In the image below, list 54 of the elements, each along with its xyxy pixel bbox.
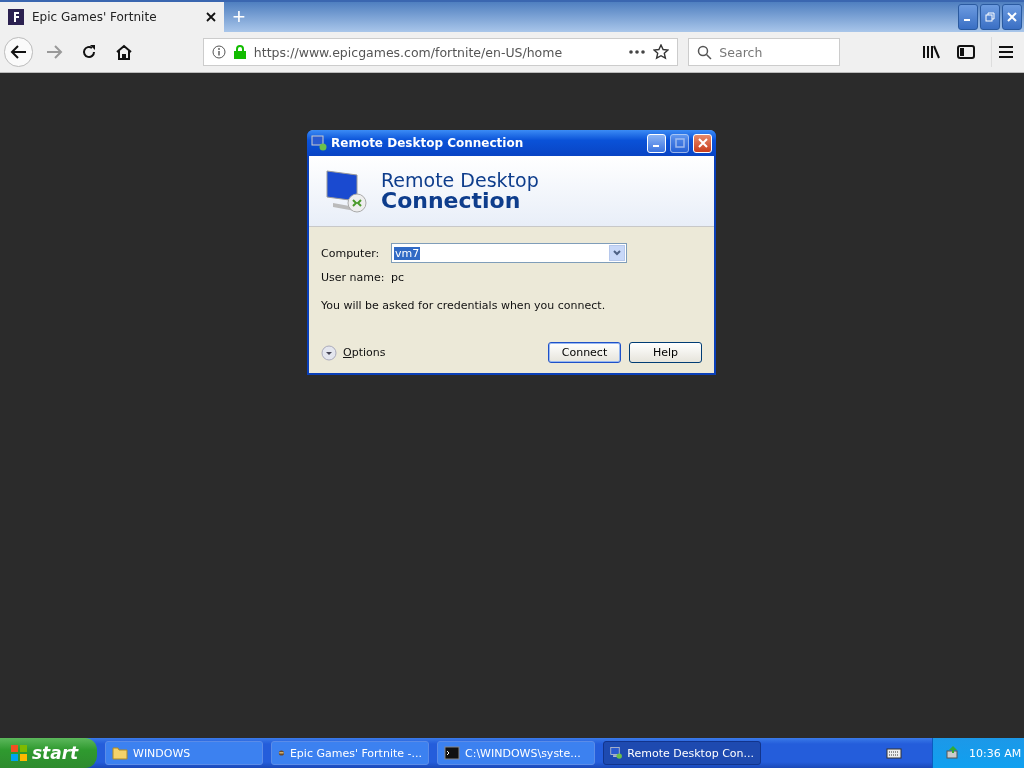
computer-combo[interactable]: vm7 (391, 243, 627, 263)
user-label: User name: (321, 270, 386, 284)
star-icon[interactable] (653, 44, 670, 60)
taskbar-item[interactable]: Epic Games' Fortnite -... (271, 741, 429, 765)
info-icon[interactable] (211, 45, 226, 59)
more-icon[interactable] (629, 50, 646, 54)
monitor-icon (311, 135, 327, 151)
close-icon (697, 138, 708, 148)
start-button[interactable]: start (0, 738, 97, 768)
header-subtitle: Connection (381, 189, 521, 212)
windows-flag-icon (10, 744, 28, 762)
taskbar-item[interactable]: Remote Desktop Con... (603, 741, 761, 765)
lock-icon (233, 45, 246, 59)
clock: 10:36 AM (969, 746, 1022, 760)
address-bar[interactable]: https://www.epicgames.com/fortnite/en-US/home (202, 38, 679, 66)
site-icon (8, 9, 24, 25)
network-icon[interactable] (945, 745, 961, 761)
reload-icon (81, 44, 98, 60)
monitor-icon (610, 745, 623, 761)
sidebar-icon (957, 44, 976, 60)
home-icon (115, 44, 134, 60)
expand-icon (321, 344, 337, 361)
dialog-button[interactable]: Help (629, 342, 702, 363)
dialog-title: Remote Desktop Connection (331, 136, 525, 150)
library-icon (921, 44, 940, 60)
dropdown-button[interactable] (609, 245, 625, 261)
browser-tab[interactable]: Epic Games' Fortnite (0, 2, 224, 32)
chevron-down-icon (613, 250, 621, 256)
options-button[interactable]: Options (321, 344, 386, 361)
console-icon (444, 746, 460, 760)
back-button[interactable] (4, 37, 34, 67)
close-icon (1007, 12, 1017, 22)
dialog-button[interactable]: Connect (548, 342, 621, 363)
taskbar-item[interactable]: C:\WINDOWS\syste... (437, 741, 595, 765)
maximize-icon (674, 138, 685, 148)
close-icon[interactable] (206, 12, 216, 22)
back-arrow-icon (9, 44, 28, 60)
search-icon (697, 45, 713, 60)
keyboard-icon[interactable] (886, 747, 902, 759)
minimize-button[interactable] (958, 4, 978, 30)
restore-button[interactable] (980, 4, 1000, 30)
restore-icon (985, 12, 995, 22)
credentials-note: You will be asked for credentials when you connect. (321, 299, 607, 312)
taskbar-item[interactable]: WINDOWS (105, 741, 263, 765)
user-value: pc (391, 270, 405, 284)
forward-arrow-icon (44, 44, 63, 60)
header-title: Remote Desktop (381, 170, 539, 190)
folder-icon (112, 746, 128, 760)
menu-icon (997, 45, 1014, 59)
url-text: https://www.epicgames.com/fortnite/en-US/home (253, 44, 564, 60)
computer-label: Computer: (321, 246, 381, 260)
close-button[interactable] (1002, 4, 1022, 30)
search-field[interactable]: Search (688, 38, 841, 66)
tab-title: Epic Games' Fortnite (32, 10, 158, 24)
